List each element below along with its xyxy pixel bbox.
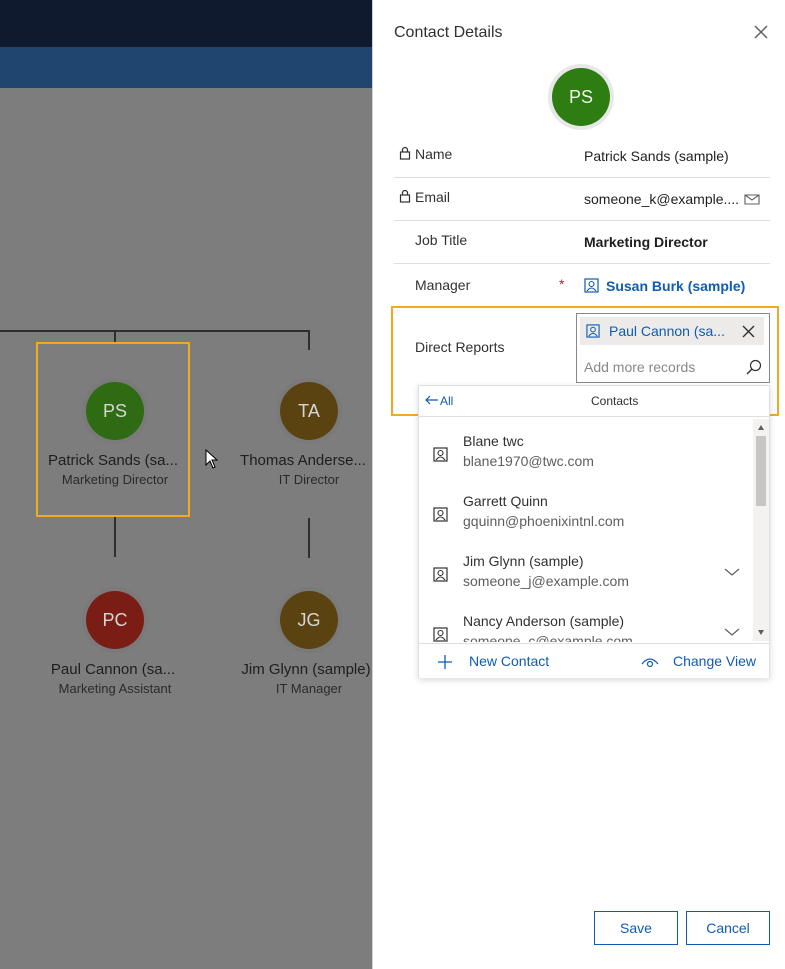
lookup-search-input[interactable]: Add more records <box>584 359 695 375</box>
view-name: Contacts <box>591 394 639 408</box>
direct-reports-lookup[interactable]: Paul Cannon (sa... Add more records <box>576 313 770 383</box>
result-email: someone_c@example.com <box>463 633 633 642</box>
result-email: blane1970@twc.com <box>463 453 594 469</box>
selected-record-tag[interactable]: Paul Cannon (sa... <box>580 317 764 345</box>
contact-icon <box>433 627 448 642</box>
avatar: TA <box>280 382 338 440</box>
list-item[interactable]: Nancy Anderson (sample) someone_c@exampl… <box>419 599 754 642</box>
connector-ps-down <box>114 515 116 557</box>
manager-row: Manager * Susan Burk (sample) <box>394 263 770 305</box>
contact-icon <box>433 447 448 462</box>
manager-label: Manager <box>415 277 471 293</box>
contact-details-panel: Contact Details PS Name Patrick Sands (s… <box>372 0 785 969</box>
node-name: Jim Glynn (sample) <box>241 661 371 678</box>
new-contact-label: New Contact <box>469 653 550 669</box>
result-name: Blane twc <box>463 433 524 449</box>
panel-title: Contact Details <box>394 24 503 41</box>
all-records-link[interactable]: All <box>440 394 453 408</box>
contact-icon <box>433 507 448 522</box>
manager-link[interactable]: Susan Burk (sample) <box>606 278 745 294</box>
email-row: Email someone_k@example.... <box>394 177 770 221</box>
email-label: Email <box>415 189 451 205</box>
dropdown-header: All Contacts <box>419 386 769 417</box>
list-item[interactable]: Jim Glynn (sample) someone_j@example.com <box>419 539 754 599</box>
name-label: Name <box>415 146 453 162</box>
send-email-icon[interactable] <box>744 192 760 206</box>
list-item[interactable]: Garrett Quinn gquinn@phoenixintnl.com <box>419 479 754 539</box>
plus-icon <box>438 655 452 669</box>
contact-icon <box>584 278 599 293</box>
avatar: PC <box>86 591 144 649</box>
contact-icon <box>586 324 600 338</box>
result-email: gquinn@phoenixintnl.com <box>463 513 625 529</box>
change-view-label: Change View <box>673 653 757 669</box>
job-title-row: Job Title Marketing Director <box>394 220 770 264</box>
result-email: someone_j@example.com <box>463 573 629 589</box>
chevron-down-icon[interactable] <box>724 567 740 577</box>
scrollbar[interactable] <box>753 419 769 641</box>
org-chart-canvas <box>0 88 372 969</box>
result-name: Jim Glynn (sample) <box>463 553 584 569</box>
avatar: PS <box>552 68 610 126</box>
node-name: Thomas Anderse... <box>240 452 366 469</box>
save-button[interactable]: Save <box>594 911 678 945</box>
chevron-down-icon[interactable] <box>724 627 740 637</box>
eye-icon <box>641 658 659 668</box>
job-title-value[interactable]: Marketing Director <box>584 234 708 250</box>
close-icon[interactable] <box>751 22 771 42</box>
connector-ps-up <box>114 330 116 342</box>
node-title: IT Director <box>278 472 340 487</box>
result-name: Garrett Quinn <box>463 493 548 509</box>
required-marker: * <box>559 276 565 292</box>
node-name: Paul Cannon (sa... <box>50 661 176 678</box>
lookup-results-dropdown: All Contacts Blane twc blane1970@twc.com <box>418 385 770 678</box>
mouse-cursor-icon <box>205 449 219 469</box>
node-title: Marketing Assistant <box>58 681 172 696</box>
lock-icon <box>399 189 411 203</box>
selected-record-label: Paul Cannon (sa... <box>609 323 725 339</box>
remove-tag-icon[interactable] <box>742 325 755 338</box>
results-list: Blane twc blane1970@twc.com Garrett Quin… <box>419 417 754 642</box>
job-title-label: Job Title <box>415 232 468 248</box>
lock-icon <box>399 146 411 160</box>
email-value[interactable]: someone_k@example.... <box>584 191 739 207</box>
back-arrow-icon[interactable] <box>425 394 439 406</box>
contact-icon <box>433 567 448 582</box>
avatar: JG <box>280 591 338 649</box>
name-value: Patrick Sands (sample) <box>584 148 729 164</box>
connector-horizontal <box>0 330 310 332</box>
dropdown-footer: New Contact Change View <box>419 643 769 678</box>
direct-reports-label: Direct Reports <box>415 339 505 355</box>
connector-ta-down <box>308 518 310 558</box>
app-top-bar <box>0 0 372 47</box>
app-nav-band <box>0 47 372 88</box>
search-icon[interactable] <box>746 359 762 375</box>
name-row: Name Patrick Sands (sample) <box>394 134 770 178</box>
list-item[interactable]: Blane twc blane1970@twc.com <box>419 419 754 479</box>
cancel-button[interactable]: Cancel <box>686 911 770 945</box>
result-name: Nancy Anderson (sample) <box>463 613 625 629</box>
connector-ta-up <box>308 330 310 350</box>
selected-node-highlight <box>36 342 190 517</box>
node-title: IT Manager <box>275 681 343 696</box>
